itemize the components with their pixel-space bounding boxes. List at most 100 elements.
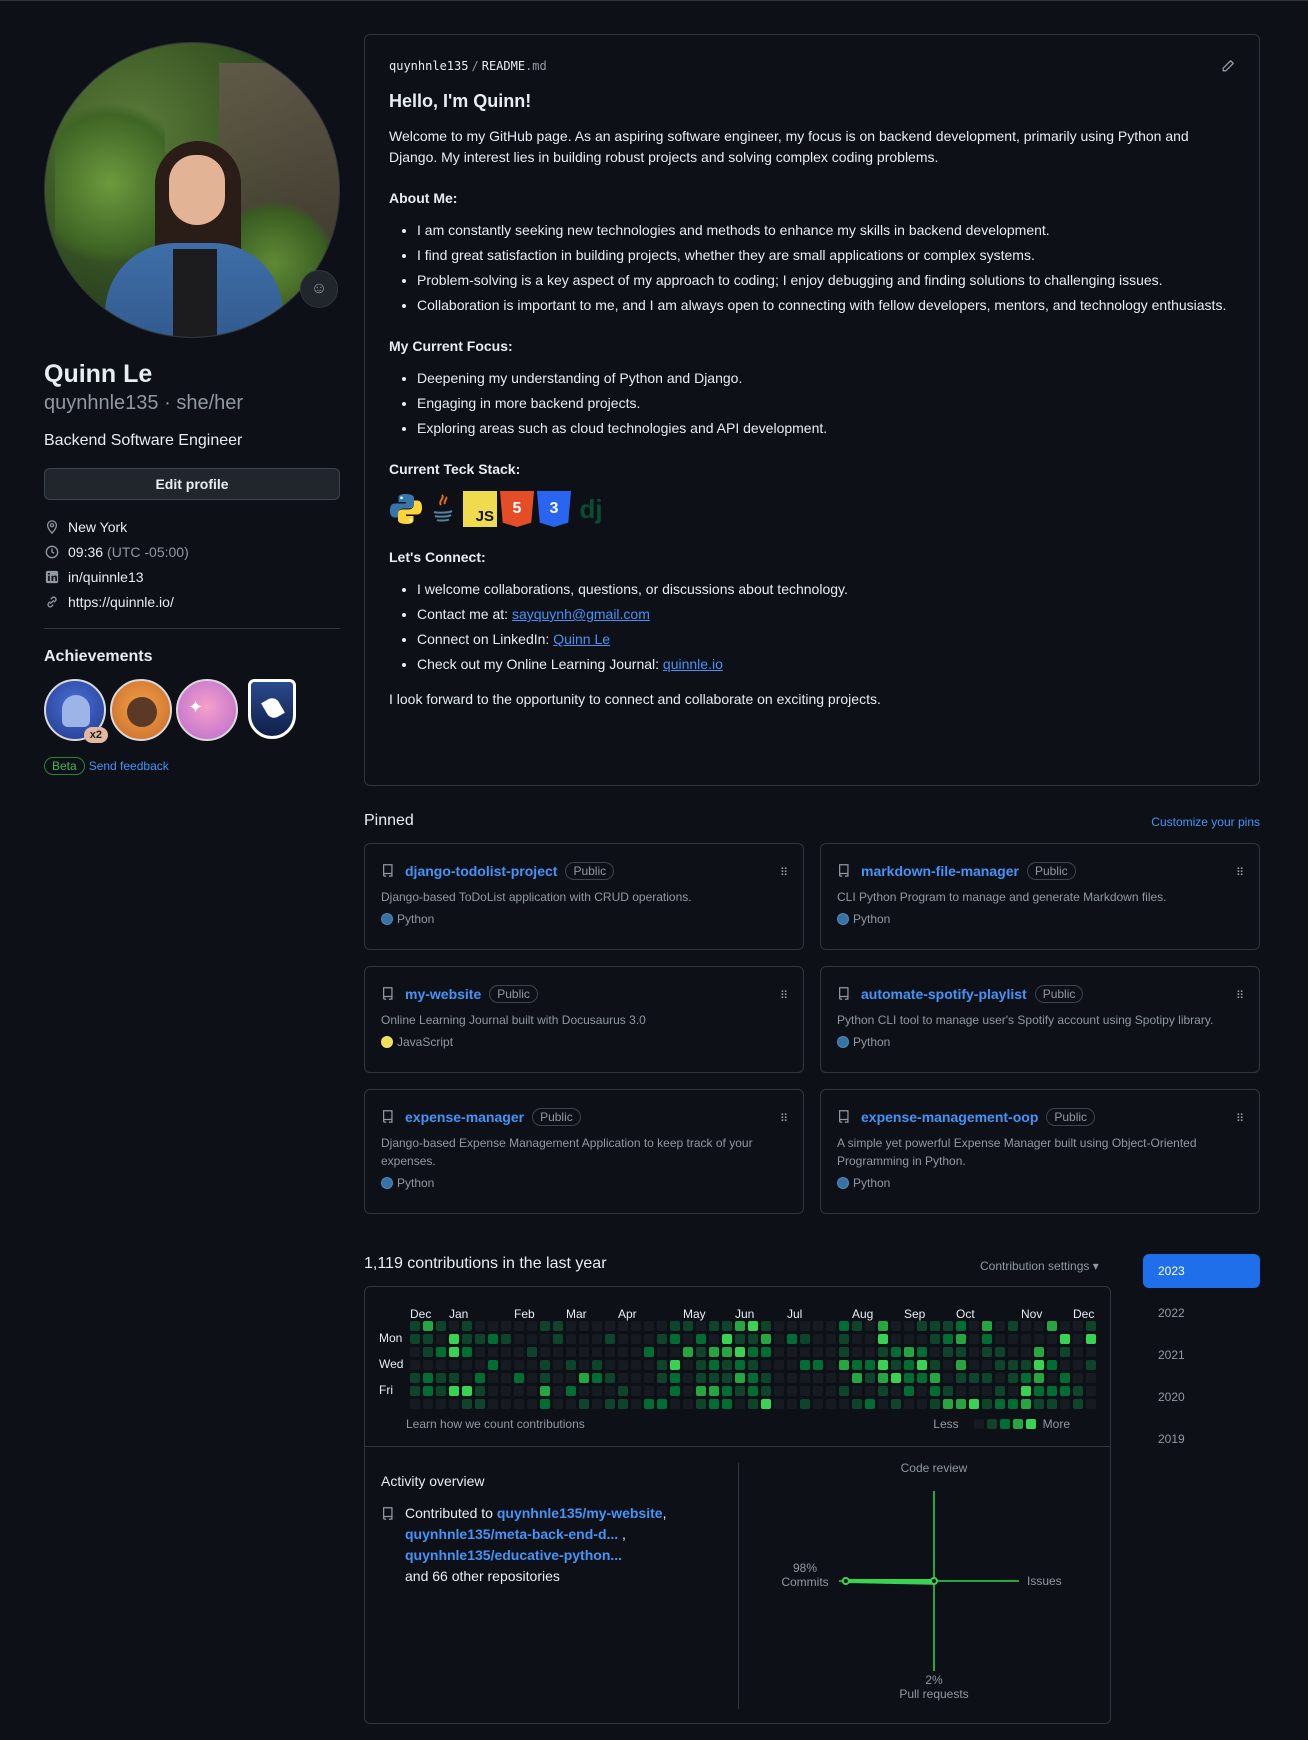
- contribution-cell[interactable]: [644, 1386, 654, 1396]
- contribution-cell[interactable]: [904, 1360, 914, 1370]
- contribution-cell[interactable]: [904, 1373, 914, 1383]
- contribution-cell[interactable]: [1021, 1386, 1031, 1396]
- rocket-shield-badge[interactable]: [248, 679, 296, 739]
- contribution-cell[interactable]: [618, 1334, 628, 1344]
- contribution-cell[interactable]: [605, 1399, 615, 1409]
- contribution-cell[interactable]: [1073, 1386, 1083, 1396]
- contribution-cell[interactable]: [462, 1386, 472, 1396]
- learn-contributions-link[interactable]: Learn how we count contributions: [406, 1417, 585, 1431]
- contribution-cell[interactable]: [839, 1360, 849, 1370]
- yolo-badge[interactable]: ✦: [176, 679, 238, 741]
- linkedin-link[interactable]: in/quinnle13: [68, 569, 144, 585]
- contribution-cell[interactable]: [644, 1399, 654, 1409]
- customize-pins-link[interactable]: Customize your pins: [1151, 815, 1260, 829]
- contribution-cell[interactable]: [748, 1347, 758, 1357]
- contribution-cell[interactable]: [462, 1399, 472, 1409]
- contribution-cell[interactable]: [800, 1373, 810, 1383]
- contribution-cell[interactable]: [735, 1334, 745, 1344]
- contribution-cell[interactable]: [540, 1399, 550, 1409]
- contribution-cell[interactable]: [1021, 1321, 1031, 1331]
- contribution-cell[interactable]: [501, 1360, 511, 1370]
- contribution-cell[interactable]: [774, 1347, 784, 1357]
- contribution-cell[interactable]: [1034, 1360, 1044, 1370]
- contribution-cell[interactable]: [956, 1347, 966, 1357]
- contribution-cell[interactable]: [1073, 1399, 1083, 1409]
- contribution-cell[interactable]: [995, 1334, 1005, 1344]
- contribution-cell[interactable]: [436, 1347, 446, 1357]
- contribution-cell[interactable]: [813, 1334, 823, 1344]
- activity-repo-link[interactable]: quynhnle135/meta-back-end-d...: [405, 1526, 618, 1542]
- contribution-cell[interactable]: [722, 1399, 732, 1409]
- contribution-cell[interactable]: [839, 1347, 849, 1357]
- contribution-cell[interactable]: [1060, 1334, 1070, 1344]
- contribution-cell[interactable]: [449, 1399, 459, 1409]
- contribution-cell[interactable]: [1047, 1373, 1057, 1383]
- contribution-cell[interactable]: [774, 1334, 784, 1344]
- contribution-cell[interactable]: [982, 1347, 992, 1357]
- contribution-cell[interactable]: [722, 1334, 732, 1344]
- contribution-cell[interactable]: [423, 1321, 433, 1331]
- contribution-cell[interactable]: [787, 1386, 797, 1396]
- contribution-cell[interactable]: [488, 1386, 498, 1396]
- website-link[interactable]: https://quinnle.io/: [68, 594, 174, 610]
- contribution-cell[interactable]: [722, 1347, 732, 1357]
- contribution-cell[interactable]: [748, 1399, 758, 1409]
- contribution-cell[interactable]: [631, 1373, 641, 1383]
- repo-name-link[interactable]: my-website: [405, 986, 481, 1002]
- drag-handle-icon[interactable]: ⠿: [1236, 989, 1244, 1002]
- contribution-cell[interactable]: [631, 1347, 641, 1357]
- contribution-cell[interactable]: [748, 1386, 758, 1396]
- contribution-cell[interactable]: [696, 1347, 706, 1357]
- contribution-cell[interactable]: [917, 1347, 927, 1357]
- contribution-cell[interactable]: [657, 1321, 667, 1331]
- contribution-cell[interactable]: [501, 1386, 511, 1396]
- contribution-cell[interactable]: [605, 1360, 615, 1370]
- contribution-cell[interactable]: [1047, 1347, 1057, 1357]
- contribution-cell[interactable]: [748, 1321, 758, 1331]
- contribution-cell[interactable]: [527, 1386, 537, 1396]
- contribution-cell[interactable]: [904, 1386, 914, 1396]
- contribution-cell[interactable]: [423, 1373, 433, 1383]
- contribution-cell[interactable]: [722, 1386, 732, 1396]
- contribution-cell[interactable]: [436, 1360, 446, 1370]
- contribution-cell[interactable]: [475, 1373, 485, 1383]
- contribution-cell[interactable]: [956, 1373, 966, 1383]
- contribution-cell[interactable]: [540, 1334, 550, 1344]
- contribution-cell[interactable]: [787, 1347, 797, 1357]
- avatar[interactable]: [44, 42, 340, 338]
- contribution-cell[interactable]: [579, 1386, 589, 1396]
- contribution-cell[interactable]: [683, 1386, 693, 1396]
- contribution-cell[interactable]: [774, 1360, 784, 1370]
- contribution-cell[interactable]: [410, 1321, 420, 1331]
- contribution-cell[interactable]: [917, 1386, 927, 1396]
- contribution-cell[interactable]: [969, 1347, 979, 1357]
- contribution-cell[interactable]: [410, 1399, 420, 1409]
- year-button-2020[interactable]: 2020: [1143, 1380, 1260, 1414]
- contribution-cell[interactable]: [1047, 1334, 1057, 1344]
- contribution-cell[interactable]: [943, 1334, 953, 1344]
- contribution-cell[interactable]: [1073, 1373, 1083, 1383]
- contribution-cell[interactable]: [865, 1321, 875, 1331]
- contribution-cell[interactable]: [865, 1386, 875, 1396]
- contribution-cell[interactable]: [579, 1373, 589, 1383]
- contribution-cell[interactable]: [579, 1334, 589, 1344]
- contribution-cell[interactable]: [865, 1360, 875, 1370]
- contribution-cell[interactable]: [1073, 1334, 1083, 1344]
- drag-handle-icon[interactable]: ⠿: [1236, 866, 1244, 879]
- edit-profile-button[interactable]: Edit profile: [44, 468, 340, 500]
- contribution-cell[interactable]: [1008, 1373, 1018, 1383]
- contribution-cell[interactable]: [839, 1334, 849, 1344]
- contribution-cell[interactable]: [423, 1360, 433, 1370]
- contribution-cell[interactable]: [748, 1334, 758, 1344]
- contribution-cell[interactable]: [644, 1347, 654, 1357]
- contribution-cell[interactable]: [774, 1386, 784, 1396]
- contribution-cell[interactable]: [514, 1321, 524, 1331]
- contribution-cell[interactable]: [735, 1360, 745, 1370]
- contribution-cell[interactable]: [969, 1360, 979, 1370]
- contribution-cell[interactable]: [436, 1399, 446, 1409]
- contribution-cell[interactable]: [1008, 1399, 1018, 1409]
- contribution-cell[interactable]: [813, 1373, 823, 1383]
- contribution-cell[interactable]: [553, 1386, 563, 1396]
- contribution-cell[interactable]: [735, 1386, 745, 1396]
- contribution-cell[interactable]: [670, 1399, 680, 1409]
